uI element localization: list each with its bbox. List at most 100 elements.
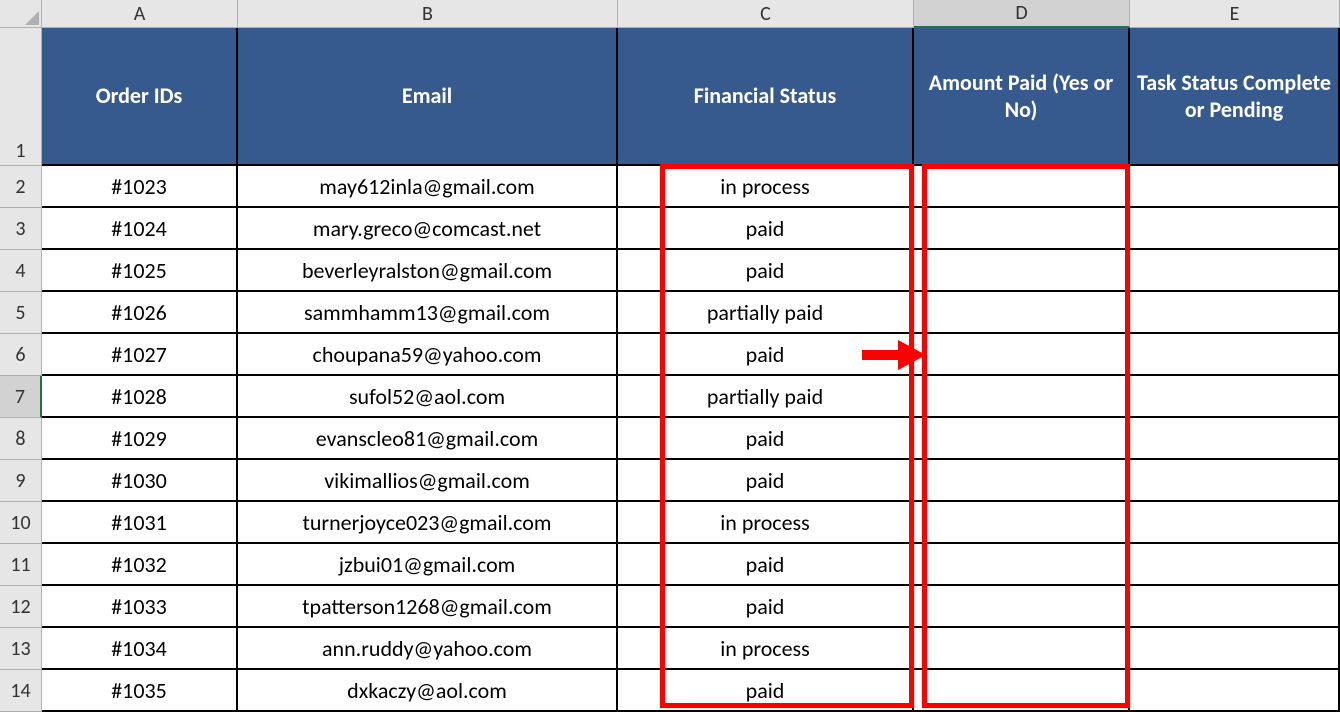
row-header-11[interactable]: 11	[0, 544, 42, 586]
cell[interactable]: may612inla@gmail.com	[238, 166, 618, 208]
row-header-5[interactable]: 5	[0, 292, 42, 334]
cell[interactable]	[914, 208, 1130, 250]
cell[interactable]	[914, 334, 1130, 376]
cell[interactable]: in process	[618, 502, 914, 544]
cell[interactable]: ann.ruddy@yahoo.com	[238, 628, 618, 670]
cell[interactable]: #1027	[42, 334, 238, 376]
cell[interactable]	[1130, 502, 1340, 544]
cell[interactable]: turnerjoyce023@gmail.com	[238, 502, 618, 544]
row-header-10[interactable]: 10	[0, 502, 42, 544]
table-row: #1023may612inla@gmail.comin process	[42, 166, 1340, 208]
column-header-e[interactable]: E	[1130, 0, 1340, 28]
cell[interactable]	[1130, 670, 1340, 712]
column-header-c[interactable]: C	[618, 0, 914, 28]
cell[interactable]: paid	[618, 670, 914, 712]
cell[interactable]: paid	[618, 250, 914, 292]
cell[interactable]: #1032	[42, 544, 238, 586]
header-cell[interactable]: Financial Status	[618, 28, 914, 166]
header-cell[interactable]: Email	[238, 28, 618, 166]
cell[interactable]	[914, 628, 1130, 670]
cell[interactable]: partially paid	[618, 376, 914, 418]
header-cell[interactable]: Order IDs	[42, 28, 238, 166]
cell[interactable]	[1130, 586, 1340, 628]
table-row: #1028sufol52@aol.compartially paid	[42, 376, 1340, 418]
cell[interactable]: vikimallios@gmail.com	[238, 460, 618, 502]
row-header-9[interactable]: 9	[0, 460, 42, 502]
row-headers: 1234567891011121314	[0, 28, 42, 712]
cell[interactable]: #1029	[42, 418, 238, 460]
cell[interactable]: #1025	[42, 250, 238, 292]
cell[interactable]: #1033	[42, 586, 238, 628]
cell[interactable]: paid	[618, 334, 914, 376]
cell[interactable]: paid	[618, 586, 914, 628]
cell[interactable]	[1130, 376, 1340, 418]
row-header-13[interactable]: 13	[0, 628, 42, 670]
cell[interactable]	[1130, 460, 1340, 502]
cell[interactable]	[1130, 292, 1340, 334]
cell[interactable]: tpatterson1268@gmail.com	[238, 586, 618, 628]
cell[interactable]: paid	[618, 208, 914, 250]
cell[interactable]	[1130, 334, 1340, 376]
cell[interactable]: #1028	[42, 376, 238, 418]
cell[interactable]: #1030	[42, 460, 238, 502]
cell[interactable]: evanscleo81@gmail.com	[238, 418, 618, 460]
cell[interactable]	[914, 292, 1130, 334]
cell[interactable]: sufol52@aol.com	[238, 376, 618, 418]
cell[interactable]: #1035	[42, 670, 238, 712]
cell[interactable]: in process	[618, 166, 914, 208]
cell[interactable]	[914, 376, 1130, 418]
cell[interactable]: #1034	[42, 628, 238, 670]
cell[interactable]	[914, 460, 1130, 502]
cell[interactable]	[1130, 208, 1340, 250]
cell[interactable]: choupana59@yahoo.com	[238, 334, 618, 376]
cell[interactable]: partially paid	[618, 292, 914, 334]
header-cell[interactable]: Task Status Complete or Pending	[1130, 28, 1340, 166]
cell[interactable]	[1130, 628, 1340, 670]
cell[interactable]: #1024	[42, 208, 238, 250]
cell[interactable]: beverleyralston@gmail.com	[238, 250, 618, 292]
cell[interactable]	[1130, 544, 1340, 586]
cell[interactable]	[914, 166, 1130, 208]
cell[interactable]: sammhamm13@gmail.com	[238, 292, 618, 334]
column-header-a[interactable]: A	[42, 0, 238, 28]
cell[interactable]: #1031	[42, 502, 238, 544]
table-row: #1026sammhamm13@gmail.compartially paid	[42, 292, 1340, 334]
select-all-icon	[25, 11, 39, 25]
cell[interactable]: #1023	[42, 166, 238, 208]
cell[interactable]	[914, 544, 1130, 586]
header-cell[interactable]: Amount Paid (Yes or No)	[914, 28, 1130, 166]
cell[interactable]	[1130, 166, 1340, 208]
cell[interactable]: in process	[618, 628, 914, 670]
select-all-corner[interactable]	[0, 0, 42, 28]
column-header-d[interactable]: D	[914, 0, 1130, 28]
row-header-4[interactable]: 4	[0, 250, 42, 292]
column-header-b[interactable]: B	[238, 0, 618, 28]
table-row: #1030vikimallios@gmail.compaid	[42, 460, 1340, 502]
row-header-14[interactable]: 14	[0, 670, 42, 712]
row-header-7[interactable]: 7	[0, 376, 42, 418]
row-header-3[interactable]: 3	[0, 208, 42, 250]
table-row: #1032jzbui01@gmail.compaid	[42, 544, 1340, 586]
spreadsheet: ABCDE 1234567891011121314 Order IDsEmail…	[0, 0, 1340, 708]
row-header-1[interactable]: 1	[0, 28, 42, 166]
cell[interactable]: paid	[618, 418, 914, 460]
cell[interactable]: dxkaczy@aol.com	[238, 670, 618, 712]
cell[interactable]	[1130, 250, 1340, 292]
row-header-6[interactable]: 6	[0, 334, 42, 376]
row-header-2[interactable]: 2	[0, 166, 42, 208]
cell[interactable]	[914, 250, 1130, 292]
cell[interactable]: paid	[618, 544, 914, 586]
cell[interactable]: jzbui01@gmail.com	[238, 544, 618, 586]
row-header-8[interactable]: 8	[0, 418, 42, 460]
row-header-12[interactable]: 12	[0, 586, 42, 628]
cell[interactable]	[914, 670, 1130, 712]
cell[interactable]: paid	[618, 460, 914, 502]
cell[interactable]	[914, 418, 1130, 460]
cell[interactable]	[1130, 418, 1340, 460]
cell[interactable]: mary.greco@comcast.net	[238, 208, 618, 250]
cell[interactable]	[914, 502, 1130, 544]
cell[interactable]	[914, 586, 1130, 628]
cell-grid: Order IDsEmailFinancial StatusAmount Pai…	[42, 28, 1340, 712]
cell[interactable]: #1026	[42, 292, 238, 334]
column-headers: ABCDE	[42, 0, 1340, 28]
